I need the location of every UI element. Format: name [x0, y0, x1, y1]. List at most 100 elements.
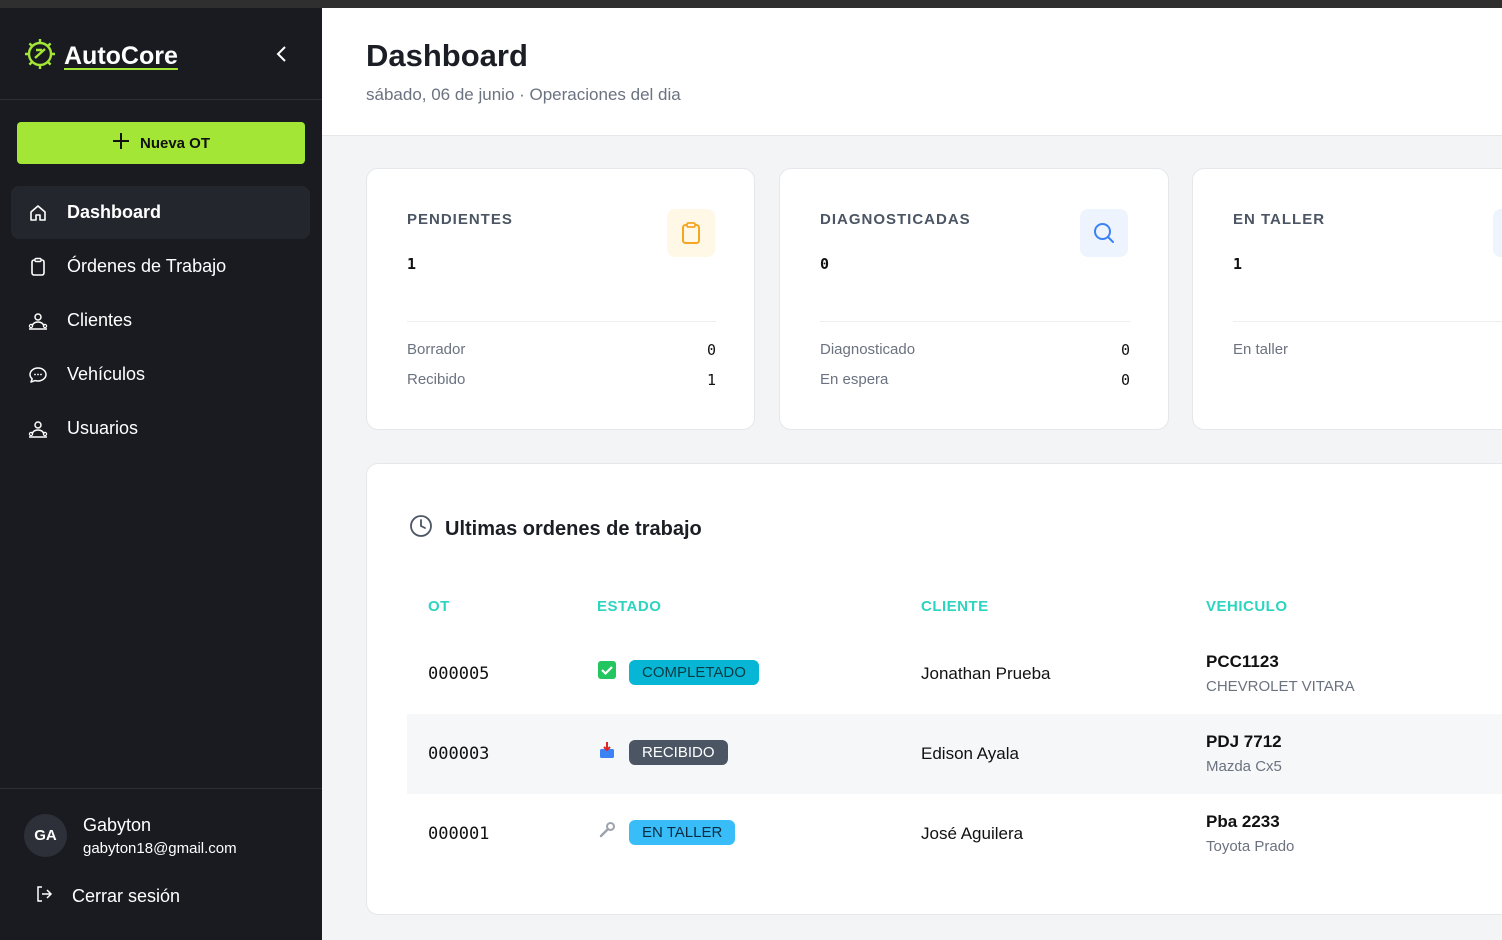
ot-number: 000001 [428, 824, 490, 844]
chat-icon [27, 364, 49, 386]
gear-logo-icon [22, 36, 58, 77]
table-row[interactable]: 000003 RECIBIDO Edison Ayala PDJ 7712 Ma… [407, 714, 1502, 794]
inbox-icon [597, 740, 617, 765]
check-icon [597, 660, 617, 685]
sidebar: AutoCore Nueva OT Dashboard Órdenes de T… [0, 8, 322, 940]
card-row: En espera 0 [820, 371, 1130, 389]
divider [1233, 321, 1502, 322]
divider [0, 788, 322, 789]
sidebar-item-label: Dashboard [67, 202, 162, 222]
page-header: Dashboard sábado, 06 de junio · Operacio… [322, 8, 1502, 136]
sidebar-item-label: Vehículos [67, 364, 146, 384]
row-label: Diagnosticado [820, 341, 916, 358]
section-title: Ultimas ordenes de trabajo [445, 517, 702, 540]
logout-label: Cerrar sesión [72, 886, 181, 906]
ot-number: 000005 [428, 664, 490, 684]
vehicle-plate: PCC1123 [1206, 652, 1279, 671]
sidebar-item-ordenes[interactable]: Órdenes de Trabajo [11, 240, 310, 293]
page-subtitle: sábado, 06 de junio · Operaciones del di… [366, 85, 681, 104]
client-name: José Aguilera [921, 824, 1024, 843]
plus-icon [112, 132, 130, 154]
logout-icon [34, 884, 54, 909]
recent-orders-title: Ultimas ordenes de trabajo [409, 514, 702, 544]
clock-icon [409, 514, 433, 544]
user-name: Gabyton [83, 814, 152, 835]
divider [407, 321, 716, 322]
vehicle-plate: PDJ 7712 [1206, 732, 1282, 751]
wrench-icon [1493, 209, 1502, 257]
column-header-vehiculo[interactable]: VEHICULO [1206, 598, 1288, 615]
sidebar-item-label: Órdenes de Trabajo [67, 256, 227, 276]
divider [0, 99, 322, 100]
search-icon [1080, 209, 1128, 257]
table-row[interactable]: 000001 EN TALLER José Aguilera Pba 2233 … [407, 794, 1502, 874]
brand-name: AutoCore [64, 41, 178, 70]
recent-orders-card: Ultimas ordenes de trabajo OT ESTADO CLI… [366, 463, 1502, 915]
estado-cell: COMPLETADO [597, 660, 759, 685]
table-row[interactable]: 000005 COMPLETADO Jonathan Prueba PCC112… [407, 634, 1502, 714]
card-count: 0 [820, 255, 830, 273]
sidebar-item-dashboard[interactable]: Dashboard [11, 186, 310, 239]
user-email: gabyton18@gmail.com [83, 839, 237, 857]
vehicle-plate: Pba 2233 [1206, 812, 1280, 831]
client-name: Jonathan Prueba [921, 664, 1051, 683]
card-count: 1 [1233, 255, 1243, 273]
ot-number: 000003 [428, 744, 490, 764]
column-header-estado[interactable]: ESTADO [597, 598, 661, 615]
column-header-ot[interactable]: OT [428, 598, 450, 615]
sidebar-item-label: Clientes [67, 310, 133, 330]
sidebar-item-vehiculos[interactable]: Vehículos [11, 348, 310, 401]
users-icon [27, 418, 49, 440]
estado-cell: RECIBIDO [597, 740, 728, 765]
sidebar-item-usuarios[interactable]: Usuarios [11, 402, 310, 455]
brand-logo[interactable]: AutoCore [22, 36, 178, 76]
column-header-cliente[interactable]: CLIENTE [921, 598, 989, 615]
estado-cell: EN TALLER [597, 820, 736, 845]
stat-card-diagnosticadas: DIAGNOSTICADAS 0 Diagnosticado 0 En espe… [779, 168, 1169, 430]
user-profile[interactable]: GA Gabyton gabyton18@gmail.com [24, 814, 237, 857]
row-value: 0 [706, 341, 716, 359]
vehicle-cell: PCC1123 CHEVROLET VITARA [1206, 652, 1355, 695]
vehicle-model: Mazda Cx5 [1206, 758, 1282, 775]
divider [820, 321, 1130, 322]
sidebar-item-clientes[interactable]: Clientes [11, 294, 310, 347]
new-ot-button[interactable]: Nueva OT [17, 122, 305, 164]
vehicle-cell: Pba 2233 Toyota Prado [1206, 812, 1294, 855]
card-row: Recibido 1 [407, 371, 716, 389]
row-value: 0 [1120, 341, 1130, 359]
row-label: En taller [1233, 341, 1289, 358]
vehicle-model: Toyota Prado [1206, 838, 1295, 855]
stat-card-pendientes: PENDIENTES 1 Borrador 0 Recibido 1 [366, 168, 755, 430]
card-row: Diagnosticado 0 [820, 341, 1130, 359]
row-label: En espera [820, 371, 889, 388]
client-name: Edison Ayala [921, 744, 1019, 763]
clipboard-icon [27, 256, 49, 278]
window-top-bar [0, 0, 1502, 8]
card-label: PENDIENTES [407, 211, 513, 228]
home-icon [27, 202, 49, 224]
logout-button[interactable]: Cerrar sesión [34, 884, 180, 909]
new-ot-label: Nueva OT [139, 134, 211, 152]
page-title: Dashboard [366, 38, 528, 73]
card-label: EN TALLER [1233, 211, 1326, 228]
users-icon [27, 310, 49, 332]
vehicle-model: CHEVROLET VITARA [1206, 678, 1355, 695]
status-badge: COMPLETADO [629, 660, 759, 685]
row-value: 1 [706, 371, 716, 389]
card-row: Borrador 0 [407, 341, 716, 359]
row-label: Recibido [407, 371, 466, 388]
sidebar-item-label: Usuarios [67, 418, 139, 438]
sidebar-nav: Dashboard Órdenes de Trabajo Clientes Ve… [11, 186, 310, 456]
collapse-sidebar-button[interactable] [270, 44, 294, 68]
card-count: 1 [407, 255, 417, 273]
card-label: DIAGNOSTICADAS [820, 211, 971, 228]
row-value: 0 [1120, 371, 1130, 389]
stat-card-en-taller: EN TALLER 1 En taller [1192, 168, 1502, 430]
status-badge: RECIBIDO [629, 740, 728, 765]
row-label: Borrador [407, 341, 466, 358]
avatar: GA [24, 814, 67, 857]
wrench-icon [597, 820, 617, 845]
chevron-left-icon [275, 45, 289, 68]
status-badge: EN TALLER [629, 820, 736, 845]
card-row: En taller [1233, 341, 1502, 358]
